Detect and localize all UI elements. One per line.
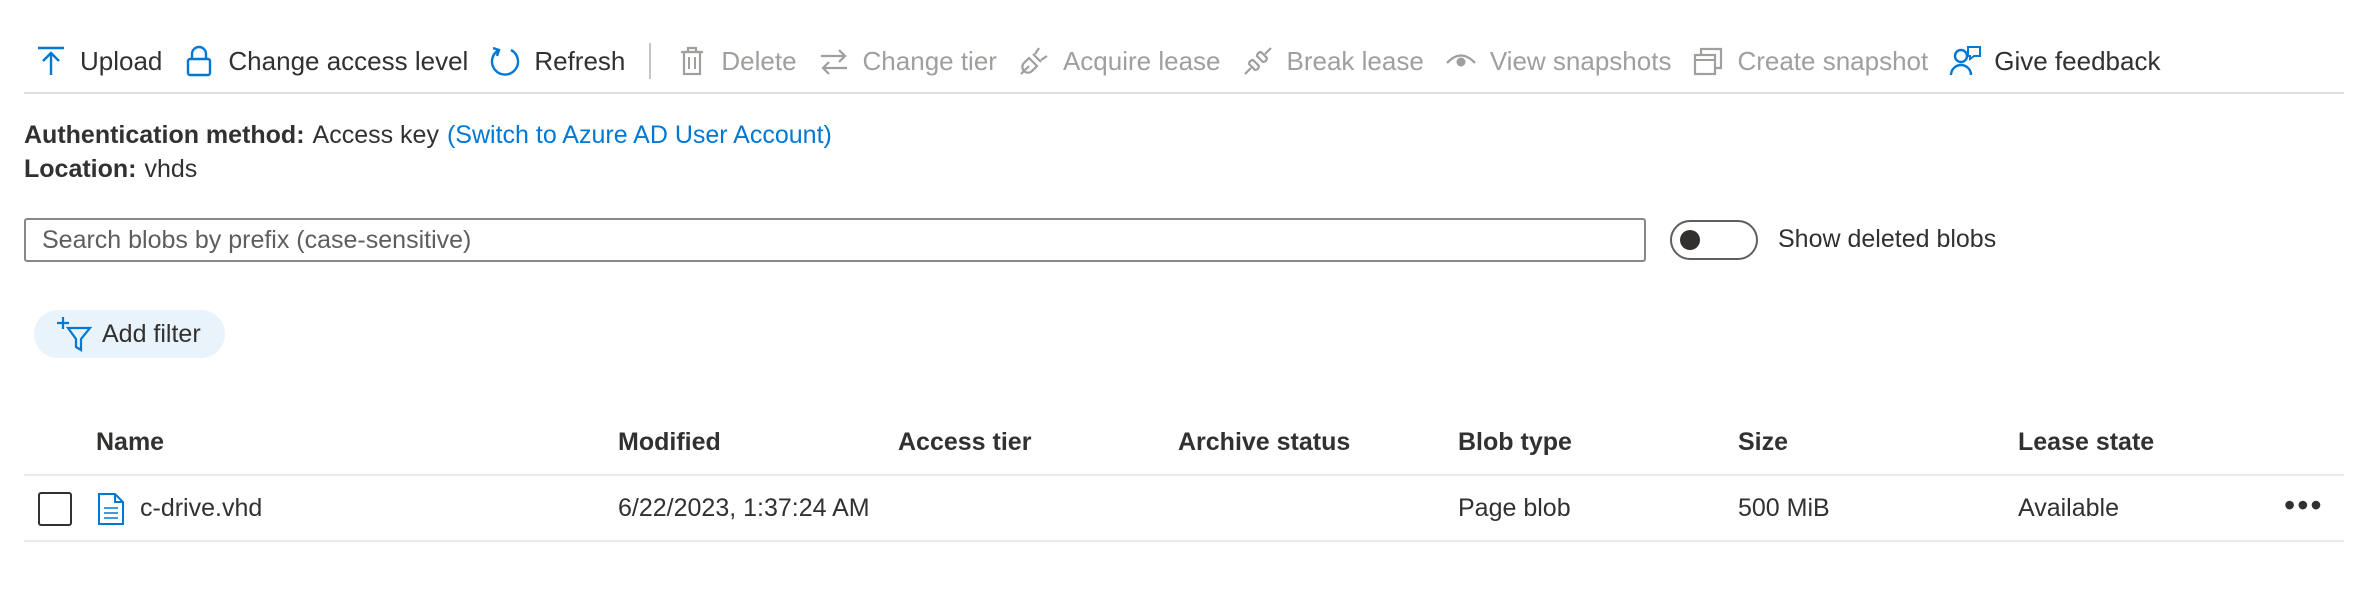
- upload-label: Upload: [80, 45, 163, 76]
- trash-icon: [675, 44, 709, 78]
- view-snapshots-button[interactable]: View snapshots: [1434, 29, 1682, 93]
- blob-type: Page blob: [1458, 494, 1571, 522]
- upload-icon: [34, 44, 68, 78]
- column-header-blob-type[interactable]: Blob type: [1458, 410, 1572, 474]
- plug-icon: [1017, 44, 1051, 78]
- refresh-icon: [488, 44, 522, 78]
- column-header-access-tier[interactable]: Access tier: [898, 410, 1031, 474]
- view-snapshots-label: View snapshots: [1489, 45, 1672, 76]
- create-snapshot-label: Create snapshot: [1737, 45, 1929, 76]
- command-bar: Upload Change access level Refresh Delet…: [24, 30, 2344, 94]
- refresh-label: Refresh: [534, 45, 626, 76]
- break-lease-label: Break lease: [1286, 45, 1424, 76]
- copy-windows-icon: [1691, 44, 1725, 78]
- column-header-modified[interactable]: Modified: [618, 410, 721, 474]
- location-label: Location:: [24, 155, 137, 183]
- auth-method-row: Authentication method: Access key (Switch …: [24, 118, 832, 152]
- change-access-level-label: Change access level: [228, 45, 469, 76]
- acquire-lease-button[interactable]: Acquire lease: [1007, 29, 1231, 93]
- change-access-level-button[interactable]: Change access level: [172, 29, 478, 93]
- toggle-knob: [1680, 230, 1700, 250]
- column-header-lease-state[interactable]: Lease state: [2018, 410, 2154, 474]
- upload-button[interactable]: Upload: [24, 29, 172, 93]
- container-info: Authentication method: Access key (Switch …: [24, 118, 832, 186]
- add-filter-icon: [54, 314, 94, 354]
- blob-modified: 6/22/2023, 1:37:24 AM: [618, 494, 870, 522]
- column-header-size[interactable]: Size: [1738, 410, 1788, 474]
- eye-icon: [1444, 44, 1478, 78]
- show-deleted-toggle[interactable]: [1670, 220, 1758, 260]
- blob-lease-state: Available: [2018, 494, 2120, 522]
- add-filter-button[interactable]: Add filter: [34, 310, 225, 358]
- auth-method-value: Access key: [312, 121, 439, 149]
- file-icon: [96, 492, 126, 526]
- column-header-archive-status[interactable]: Archive status: [1178, 410, 1350, 474]
- table-header: Name Modified Access tier Archive status…: [24, 410, 2344, 476]
- switch-auth-link[interactable]: (Switch to Azure AD User Account): [447, 121, 832, 149]
- change-tier-button[interactable]: Change tier: [807, 29, 1007, 93]
- location-row: Location: vhds: [24, 152, 832, 186]
- blobs-table: Name Modified Access tier Archive status…: [24, 410, 2344, 542]
- more-actions-button[interactable]: •••: [2284, 476, 2324, 540]
- broken-plug-icon: [1241, 44, 1275, 78]
- auth-method-label: Authentication method:: [24, 121, 305, 149]
- refresh-button[interactable]: Refresh: [478, 29, 635, 93]
- show-deleted-label: Show deleted blobs: [1778, 225, 1997, 253]
- give-feedback-button[interactable]: Give feedback: [1938, 29, 2170, 93]
- delete-button[interactable]: Delete: [665, 29, 806, 93]
- blob-name-link[interactable]: c-drive.vhd: [140, 476, 262, 540]
- change-tier-label: Change tier: [862, 45, 997, 76]
- search-blobs-input[interactable]: [24, 218, 1646, 262]
- acquire-lease-label: Acquire lease: [1062, 45, 1221, 76]
- location-value: vhds: [144, 155, 198, 183]
- column-header-name[interactable]: Name: [96, 410, 164, 474]
- give-feedback-label: Give feedback: [1994, 45, 2161, 76]
- swap-arrows-icon: [817, 44, 851, 78]
- row-checkbox[interactable]: [38, 492, 72, 526]
- delete-label: Delete: [721, 45, 797, 76]
- lock-icon: [182, 44, 216, 78]
- toolbar-divider: [649, 43, 652, 79]
- table-row[interactable]: c-drive.vhd 6/22/2023, 1:37:24 AM Page b…: [24, 476, 2344, 542]
- add-filter-label: Add filter: [102, 319, 201, 348]
- break-lease-button[interactable]: Break lease: [1231, 29, 1434, 93]
- blob-size: 500 MiB: [1738, 494, 1830, 522]
- blob-container-page: Upload Change access level Refresh Delet…: [0, 0, 2364, 616]
- create-snapshot-button[interactable]: Create snapshot: [1681, 29, 1938, 93]
- feedback-person-icon: [1948, 44, 1982, 78]
